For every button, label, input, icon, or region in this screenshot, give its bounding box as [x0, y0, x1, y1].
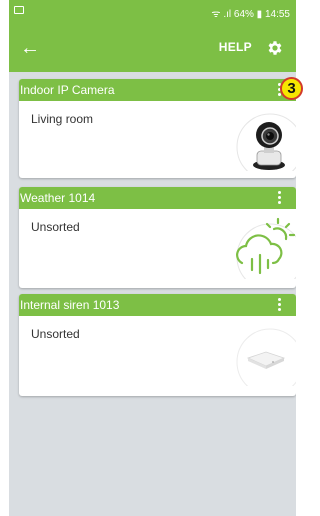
device-room: Unsorted [31, 220, 80, 234]
device-card-siren[interactable]: Internal siren 1013 Unsorted [19, 294, 296, 396]
device-room: Unsorted [31, 327, 80, 341]
image-notification-icon [14, 6, 24, 14]
gear-icon[interactable] [266, 39, 284, 57]
weather-icon [236, 217, 296, 279]
status-bar-right: ᯤ .ıl 64% ▮ 14:55 [211, 6, 290, 20]
camera-icon [236, 113, 296, 171]
device-room: Living room [31, 112, 94, 126]
more-options-icon[interactable] [276, 191, 282, 205]
device-card-camera[interactable]: Indoor IP Camera Living room [19, 79, 296, 178]
device-card-weather[interactable]: Weather 1014 Unsorted [19, 187, 296, 288]
device-name: Weather 1014 [20, 191, 96, 205]
device-card-header: Weather 1014 [19, 187, 296, 209]
help-button[interactable]: HELP [219, 40, 252, 54]
app-bar: ← HELP [9, 24, 296, 72]
status-bar: ᯤ .ıl 64% ▮ 14:55 [9, 0, 296, 24]
device-card-header: Indoor IP Camera [19, 79, 296, 101]
annotation-badge: 3 [280, 77, 303, 100]
device-name: Internal siren 1013 [20, 298, 120, 312]
device-name: Indoor IP Camera [20, 83, 115, 97]
more-options-icon[interactable] [276, 298, 282, 312]
phone-screen: ᯤ .ıl 64% ▮ 14:55 ← HELP Indoor IP Camer… [9, 0, 296, 516]
siren-icon [236, 328, 296, 386]
status-text: ᯤ .ıl 64% ▮ 14:55 [211, 9, 290, 20]
device-card-header: Internal siren 1013 [19, 294, 296, 316]
back-arrow-icon[interactable]: ← [19, 37, 41, 59]
